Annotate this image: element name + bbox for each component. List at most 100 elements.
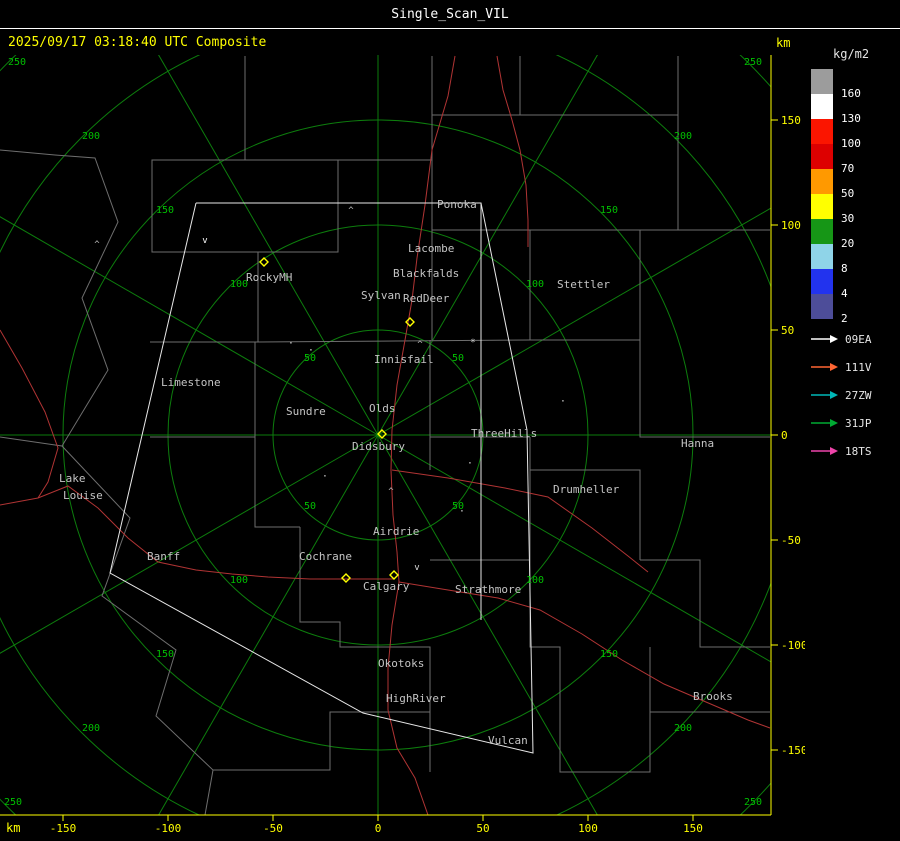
x-axis-tick-label: -100 bbox=[155, 822, 182, 835]
station-row: 31JP bbox=[805, 409, 900, 437]
town-marker-icon: v bbox=[202, 236, 207, 246]
range-ring-label: 250 bbox=[8, 57, 26, 68]
range-ring-label: 100 bbox=[230, 575, 248, 586]
city-label: Calgary bbox=[363, 580, 410, 593]
city-label: Hanna bbox=[681, 437, 714, 450]
range-ring-label: 250 bbox=[744, 57, 762, 68]
station-row: 27ZW bbox=[805, 381, 900, 409]
legend-stations: 09EA 111V 27ZW 31JP 18TS bbox=[805, 325, 900, 465]
y-axis-tick-label: 100 bbox=[781, 219, 801, 232]
station-row: 18TS bbox=[805, 437, 900, 465]
scale-value-label: 70 bbox=[841, 162, 855, 175]
legend-scale: 160 130 100 70 50 30 20 8 4 2 bbox=[805, 69, 900, 329]
y-axis-tick-label: 0 bbox=[781, 429, 788, 442]
range-ring-label: 250 bbox=[744, 797, 762, 808]
range-ring bbox=[0, 55, 771, 815]
range-ring-label: 150 bbox=[156, 205, 174, 216]
title-bar: Single_Scan_VIL bbox=[0, 0, 900, 29]
radar-canvas[interactable]: 50 100 150 200 250 50 100 150 200 250 50 100 150 200 2… bbox=[0, 55, 808, 841]
city-label: Limestone bbox=[161, 376, 221, 389]
y-axis-tick-label: 150 bbox=[781, 114, 801, 127]
town-marker-icon: v bbox=[414, 563, 419, 573]
scale-value-label: 100 bbox=[841, 137, 861, 150]
town-marker-icon: · bbox=[467, 459, 472, 469]
county-boundary-line bbox=[520, 56, 679, 116]
y-axis-tick-label: -50 bbox=[781, 534, 801, 547]
scale-color-swatch bbox=[811, 144, 833, 169]
range-ring-label: 150 bbox=[600, 649, 618, 660]
station-id-label: 27ZW bbox=[845, 388, 872, 402]
county-boundary-line bbox=[0, 436, 63, 447]
range-ring-label: 200 bbox=[674, 131, 692, 142]
station-arrow-icon bbox=[811, 335, 838, 343]
county-boundary-line bbox=[150, 342, 256, 438]
city-label: Sundre bbox=[286, 405, 326, 418]
city-label: Banff bbox=[147, 550, 180, 563]
scale-color-swatch bbox=[811, 169, 833, 194]
range-ring-label: 200 bbox=[82, 131, 100, 142]
county-boundary-line bbox=[257, 339, 531, 343]
city-label: Innisfail bbox=[374, 353, 434, 366]
x-axis-tick-label: 150 bbox=[683, 822, 703, 835]
scale-value-label: 130 bbox=[841, 112, 861, 125]
city-label: Blackfalds bbox=[393, 267, 459, 280]
city-label: Olds bbox=[369, 402, 396, 415]
town-marker-icon: · bbox=[322, 472, 327, 482]
scale-color-swatch bbox=[811, 119, 833, 144]
range-ring-label: 100 bbox=[526, 279, 544, 290]
scale-color-swatch bbox=[811, 94, 833, 119]
station-id-label: 111V bbox=[845, 360, 872, 374]
y-axis-tick-label: -100 bbox=[781, 639, 808, 652]
town-marker-icon: ^ bbox=[417, 340, 423, 350]
legend-unit-label: kg/m2 bbox=[833, 47, 870, 61]
town-marker-icon: · bbox=[560, 397, 565, 407]
scale-color-swatch bbox=[811, 244, 833, 269]
station-id-label: 31JP bbox=[845, 416, 872, 430]
county-boundary-line bbox=[0, 149, 214, 815]
town-marker-icon: ^ bbox=[388, 487, 394, 497]
range-ring-label: 200 bbox=[674, 723, 692, 734]
city-label: HighRiver bbox=[386, 692, 446, 705]
range-ring-label: 150 bbox=[600, 205, 618, 216]
y-axis-tick-label: 50 bbox=[781, 324, 794, 337]
radar-application-window: { "window": { "title": "Single_Scan_VIL"… bbox=[0, 0, 900, 841]
city-label: Airdrie bbox=[373, 525, 419, 538]
window-title: Single_Scan_VIL bbox=[391, 6, 509, 22]
city-label: Brooks bbox=[693, 690, 733, 703]
highway-line bbox=[496, 55, 529, 247]
scale-color-swatch bbox=[811, 294, 833, 319]
y-axis-unit-label: km bbox=[776, 36, 791, 50]
x-axis-tick-label: 50 bbox=[476, 822, 489, 835]
radial-line bbox=[158, 434, 379, 815]
station-id-label: 18TS bbox=[845, 444, 872, 458]
city-label: RockyMH bbox=[246, 271, 292, 284]
city-label: Didsbury bbox=[352, 440, 405, 453]
town-marker-icon: ^ bbox=[348, 206, 354, 216]
county-boundary-line bbox=[640, 559, 770, 648]
scale-value-label: 20 bbox=[841, 237, 855, 250]
scale-color-swatch bbox=[811, 269, 833, 294]
radial-line bbox=[0, 434, 379, 654]
highway-line bbox=[0, 485, 394, 580]
x-axis-tick-label: 0 bbox=[375, 822, 382, 835]
station-id-label: 09EA bbox=[845, 332, 872, 346]
scale-value-label: 30 bbox=[841, 212, 855, 225]
city-label: Ponoka bbox=[437, 198, 477, 211]
county-boundary-line bbox=[245, 159, 339, 253]
town-marker-icon: * bbox=[470, 338, 475, 348]
x-axis-tick-label: 100 bbox=[578, 822, 598, 835]
radar-site-diamond-icon bbox=[341, 573, 351, 583]
highway-line bbox=[0, 329, 59, 499]
city-label: Drumheller bbox=[553, 483, 620, 496]
radar-site-diamond-icon bbox=[389, 570, 399, 580]
town-marker-icon: · bbox=[459, 507, 464, 517]
city-label: Stettler bbox=[557, 278, 610, 291]
highway-line bbox=[398, 581, 771, 729]
scale-value-label: 160 bbox=[841, 87, 861, 100]
scale-color-swatch bbox=[811, 219, 833, 244]
station-arrow-icon bbox=[811, 419, 838, 427]
station-arrow-icon bbox=[811, 391, 838, 399]
scale-value-label: 2 bbox=[841, 312, 848, 325]
city-label: RedDeer bbox=[403, 292, 450, 305]
scale-color-swatch bbox=[811, 194, 833, 219]
